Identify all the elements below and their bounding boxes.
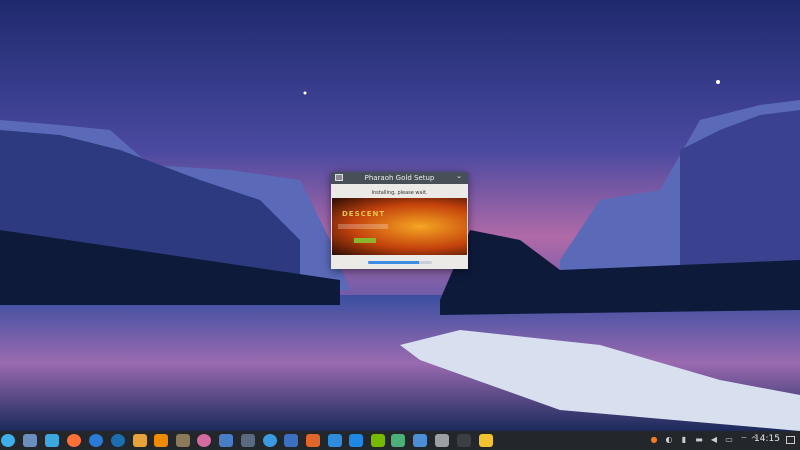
vault-icon[interactable]: ◐ xyxy=(665,435,673,444)
gimp-icon[interactable] xyxy=(176,434,190,447)
banner-text xyxy=(338,224,388,229)
battery-icon[interactable]: ▭ xyxy=(725,435,733,444)
window-menu-icon[interactable] xyxy=(335,174,343,181)
taskbar: 14:15 ● ◐ ▮ ▬ ◀ ▭ ⌔ ^ xyxy=(0,431,800,450)
file-manager-icon[interactable] xyxy=(45,434,59,447)
terminal-icon[interactable] xyxy=(457,434,471,447)
banner-button xyxy=(354,238,376,243)
keyboard-icon[interactable]: ▬ xyxy=(695,435,703,444)
impress-icon[interactable] xyxy=(306,434,320,447)
system-monitor-icon[interactable] xyxy=(23,434,37,447)
chevron-down-icon[interactable]: ⌄ xyxy=(456,172,462,180)
steam-icon[interactable] xyxy=(111,434,125,447)
status-message: Installing, please wait. xyxy=(371,190,428,196)
wifi-icon[interactable]: ⌔ xyxy=(740,435,748,444)
calculator-icon[interactable] xyxy=(413,434,427,447)
clipboard-icon[interactable]: ▮ xyxy=(680,435,688,444)
media-player-icon[interactable] xyxy=(197,434,211,447)
app-launcher-icon[interactable] xyxy=(1,434,15,447)
dialog-title: Pharaoh Gold Setup xyxy=(364,174,435,182)
vlc-icon[interactable] xyxy=(154,434,168,447)
installer-banner: DESCENT xyxy=(332,198,467,255)
thunderbird-icon[interactable] xyxy=(89,434,103,447)
setup-window-icon[interactable] xyxy=(479,434,493,447)
updates-icon[interactable]: ● xyxy=(650,435,658,444)
network-app-icon[interactable] xyxy=(263,434,277,447)
libreoffice-icon[interactable] xyxy=(219,434,233,447)
setup-dialog: Pharaoh Gold Setup ⌄ Installing, please … xyxy=(331,172,468,269)
expand-tray-icon[interactable]: ^ xyxy=(750,435,758,444)
davinci-resolve-icon[interactable] xyxy=(241,434,255,447)
store-icon[interactable] xyxy=(349,434,363,447)
install-progress-bar xyxy=(368,261,432,264)
image-viewer-icon[interactable] xyxy=(284,434,298,447)
volume-icon[interactable]: ◀ xyxy=(710,435,718,444)
progress-fill xyxy=(368,261,420,264)
writer-icon[interactable] xyxy=(328,434,342,447)
dialog-titlebar[interactable]: Pharaoh Gold Setup ⌄ xyxy=(331,172,468,184)
chart-app-icon[interactable] xyxy=(391,434,405,447)
firefox-icon[interactable] xyxy=(67,434,81,447)
wine-installer-icon[interactable] xyxy=(133,434,147,447)
banner-logo: DESCENT xyxy=(342,210,386,218)
nvidia-icon[interactable] xyxy=(371,434,385,447)
show-desktop-icon[interactable] xyxy=(786,436,795,444)
settings-icon[interactable] xyxy=(435,434,449,447)
